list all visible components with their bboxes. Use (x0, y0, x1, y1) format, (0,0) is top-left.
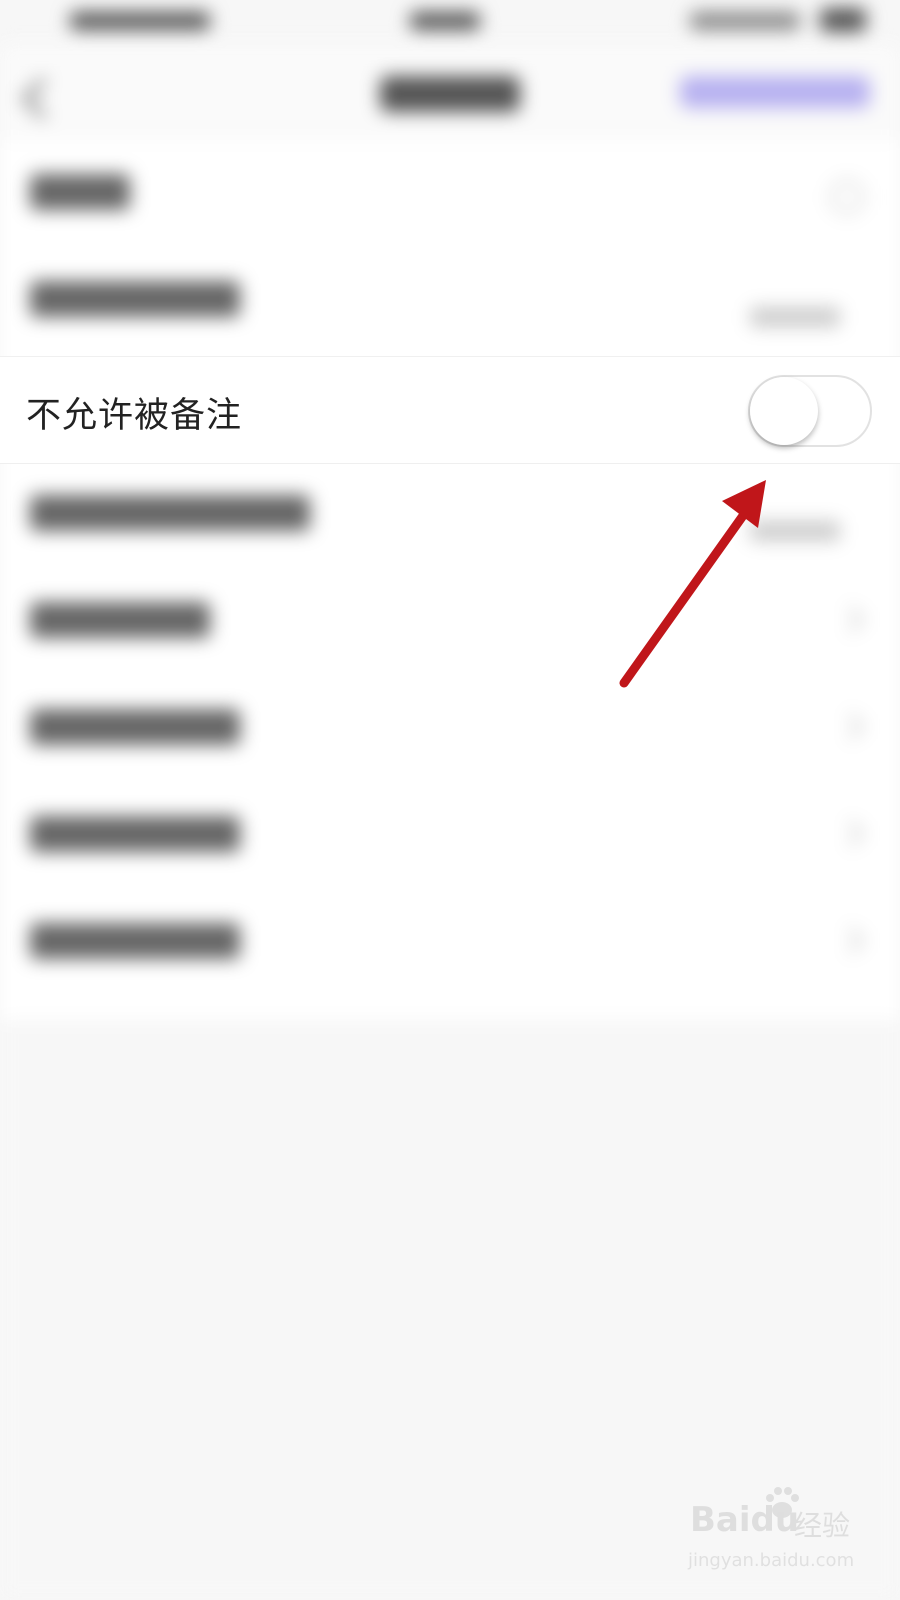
list-item[interactable] (0, 889, 900, 996)
chevron-right-icon (837, 713, 864, 740)
settings-row-disallow-remark: 不允许被备注 (0, 356, 900, 464)
watermark-brand: Baidu (690, 1500, 800, 1540)
disallow-remark-toggle[interactable] (748, 375, 872, 447)
list-item[interactable] (0, 247, 900, 354)
list-item[interactable] (0, 675, 900, 782)
watermark-product: 经验 (794, 1509, 851, 1542)
list-item[interactable] (0, 140, 900, 247)
chevron-right-icon (837, 927, 864, 954)
settings-list (0, 140, 900, 1020)
nav-title (380, 76, 520, 112)
baidu-jingyan-watermark: Baidu 经验 jingyan.baidu.com (682, 1487, 862, 1580)
chevron-right-icon (837, 606, 864, 633)
list-item[interactable] (0, 461, 900, 568)
watermark-url: jingyan.baidu.com (688, 1550, 855, 1571)
list-item[interactable] (0, 568, 900, 675)
toggle-knob (750, 377, 818, 445)
screen: 不允许被备注 Baidu 经验 jingyan.baidu.com (0, 0, 900, 1600)
status-bar-time (410, 12, 480, 30)
status-bar (0, 0, 900, 44)
status-bar-indicators (690, 12, 800, 30)
radio-icon (830, 180, 864, 214)
navigation-bar (0, 44, 900, 140)
status-bar-carrier (70, 12, 210, 30)
blurred-background (0, 0, 900, 1600)
nav-right-action[interactable] (680, 76, 870, 108)
settings-row-label: 不允许被备注 (26, 396, 243, 436)
back-arrow-icon[interactable] (21, 77, 64, 120)
list-item[interactable] (0, 782, 900, 889)
chevron-right-icon (837, 820, 864, 847)
battery-icon (820, 8, 866, 32)
